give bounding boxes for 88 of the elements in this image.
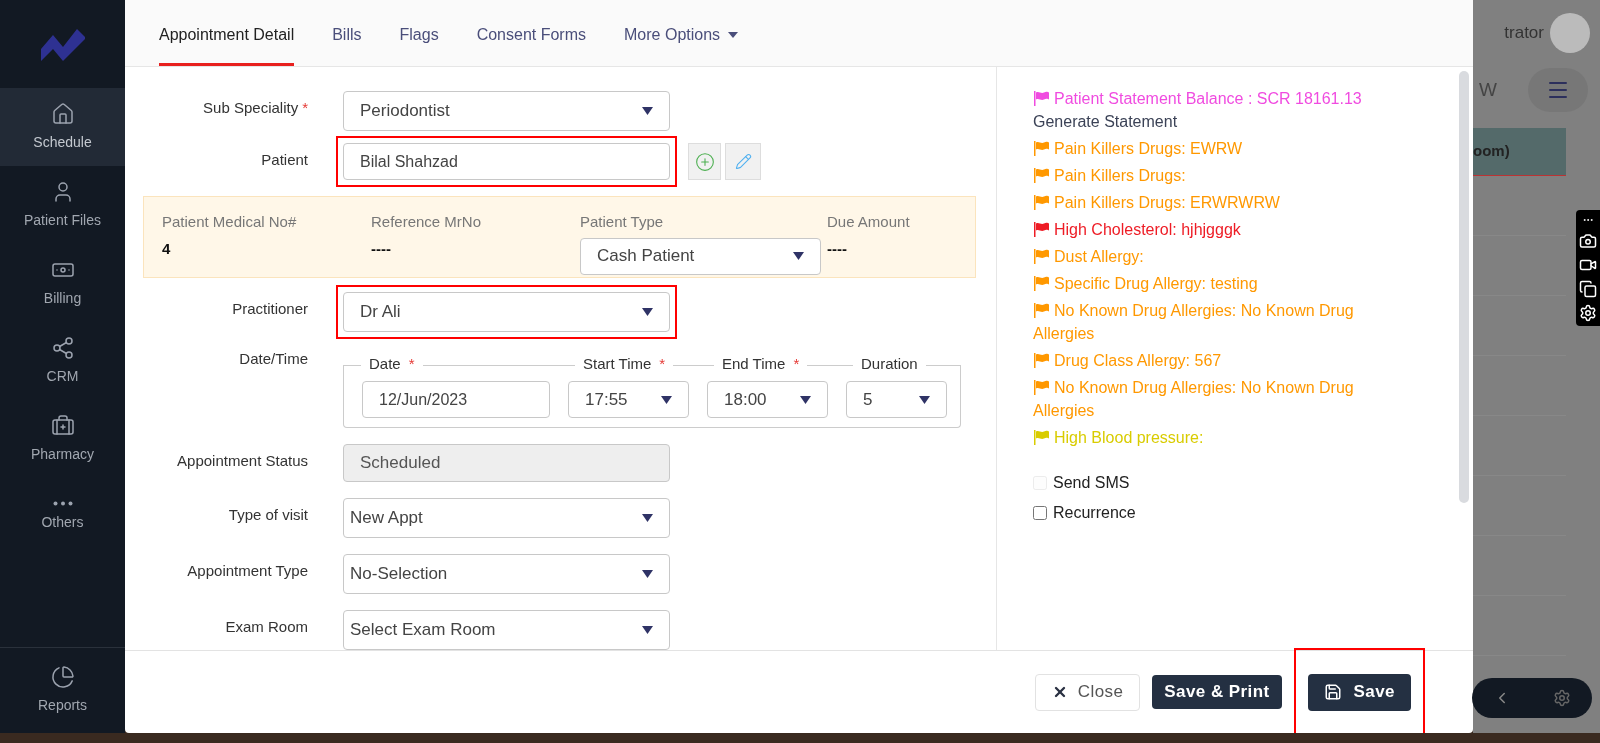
- caret-icon: [661, 395, 672, 404]
- pencil-icon: [734, 153, 752, 170]
- menu-button[interactable]: [1528, 68, 1588, 112]
- info-label: Patient Type: [580, 212, 665, 232]
- flag-entry: Drug Class Allergy: 567: [1033, 349, 1363, 372]
- flag-entry: Pain Killers Drugs:: [1033, 164, 1363, 187]
- sidebar-item[interactable]: Schedule: [0, 88, 125, 166]
- logo-icon: [40, 27, 85, 61]
- field-label: End Time: [721, 353, 787, 374]
- required-mark: *: [408, 353, 415, 374]
- user-name: trator: [1504, 22, 1544, 45]
- date-field[interactable]: 12/Jun/2023: [362, 381, 550, 418]
- info-label: Reference MrNo: [371, 212, 483, 232]
- button-text: W: [1479, 77, 1497, 102]
- flag-entry: High Blood pressure:: [1033, 426, 1363, 449]
- select-field[interactable]: Dr Ali: [343, 292, 670, 332]
- generate-statement-link[interactable]: Generate Statement: [1033, 113, 1178, 130]
- info-label: Due Amount: [827, 212, 911, 232]
- info-value: ----: [827, 238, 848, 259]
- flag-entry: No Known Drug Allergies: No Known Drug Allergies: [1033, 301, 1355, 344]
- tab[interactable]: More Options: [624, 23, 739, 66]
- caret-icon: [642, 514, 653, 522]
- caret-icon: [728, 32, 739, 38]
- flag-entry: Pain Killers Drugs: ERWRWRW: [1033, 191, 1363, 214]
- field-label: Appointment Status: [177, 452, 308, 469]
- caret-icon: [793, 252, 804, 260]
- flag-entry: Patient Statement Balance : SCR 18161.13 Generate Statement: [1033, 89, 1363, 132]
- caret-icon: [642, 570, 653, 578]
- field-label: Duration: [860, 353, 919, 374]
- patient-field[interactable]: Bilal Shahzad: [343, 143, 670, 180]
- tab[interactable]: Flags: [399, 23, 439, 66]
- sidebar-item[interactable]: Others: [0, 478, 125, 556]
- field-label: Start Time: [582, 353, 653, 374]
- checkbox-label: Send SMS: [1053, 473, 1130, 493]
- caret-icon: [642, 308, 653, 316]
- caret-icon: [800, 395, 811, 404]
- copy-icon[interactable]: [1579, 280, 1597, 298]
- medical-kit-icon: [50, 413, 75, 438]
- flag-entry: High Cholesterol: hjhjgggk: [1033, 218, 1363, 241]
- select-field[interactable]: No-Selection: [343, 554, 670, 594]
- field-label: Sub Speciality: [203, 99, 299, 116]
- tab[interactable]: Bills: [332, 23, 362, 66]
- sidebar-item[interactable]: Billing: [0, 244, 125, 322]
- select-field[interactable]: Cash Patient: [580, 237, 821, 275]
- checkbox-label: Recurrence: [1053, 503, 1136, 523]
- field-label: Type of visit: [228, 506, 308, 523]
- caret-icon: [919, 395, 930, 404]
- select-field[interactable]: 17:55: [568, 381, 689, 418]
- tab[interactable]: Consent Forms: [476, 23, 587, 66]
- info-value: ----: [371, 238, 392, 259]
- save-button[interactable]: Save: [1307, 673, 1411, 711]
- flag-entry: Specific Drug Allergy: testing: [1033, 272, 1363, 295]
- sidebar-item[interactable]: CRM: [0, 322, 125, 400]
- field-label: Patient: [261, 151, 308, 168]
- home-icon: [50, 101, 75, 126]
- info-value: 4: [162, 238, 172, 259]
- select-field[interactable]: Periodontist: [343, 91, 670, 131]
- required-mark: *: [793, 353, 800, 374]
- info-label: Patient Medical No#: [162, 212, 298, 232]
- field-label: Practitioner: [232, 300, 308, 317]
- field-label: Date: [368, 353, 402, 374]
- select-field[interactable]: New Appt: [343, 498, 670, 538]
- field-label: Date/Time: [239, 350, 308, 367]
- caret-icon: [642, 107, 653, 115]
- caret-icon: [642, 626, 653, 634]
- flag-entry: Dust Allergy:: [1033, 245, 1363, 268]
- field-label: Appointment Type: [187, 562, 308, 579]
- checkbox[interactable]: [1033, 506, 1047, 520]
- required-mark: *: [302, 99, 308, 116]
- field-label: Exam Room: [225, 618, 308, 635]
- avatar-icon: [1550, 13, 1590, 53]
- sidebar-item[interactable]: Pharmacy: [0, 400, 125, 478]
- more-icon: [52, 501, 73, 506]
- column-header: oom): [1473, 128, 1566, 176]
- flag-entry: Pain Killers Drugs: EWRW: [1033, 137, 1363, 160]
- tab[interactable]: Appointment Detail: [159, 23, 295, 66]
- flag-entry: No Known Drug Allergies: No Known Drug Allergies: [1033, 378, 1355, 421]
- sidebar-item[interactable]: Patient Files: [0, 166, 125, 244]
- save-print-button[interactable]: Save & Print: [1152, 675, 1282, 709]
- select-field[interactable]: Select Exam Room: [343, 610, 670, 650]
- select-field[interactable]: 18:00: [707, 381, 828, 418]
- chart-icon: [50, 665, 75, 689]
- camera-icon[interactable]: [1579, 232, 1597, 250]
- nodes-icon: [50, 335, 75, 360]
- plus-icon: [694, 151, 715, 172]
- select-field[interactable]: 5: [846, 381, 947, 418]
- required-mark: *: [659, 353, 666, 374]
- close-button[interactable]: Close: [1034, 673, 1141, 711]
